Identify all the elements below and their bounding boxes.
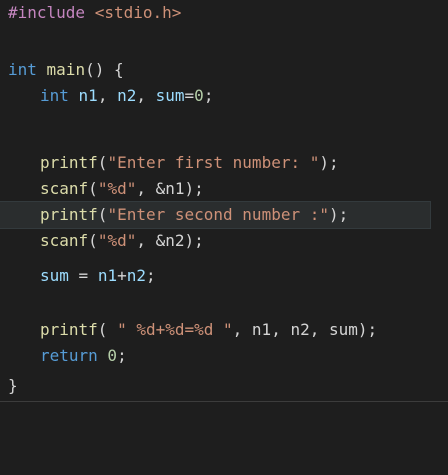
code-line-printf-result: printf( " %d+%d=%d ", n1, n2, sum); [40, 317, 377, 343]
code-line-return: return 0; [40, 343, 127, 369]
punctuation: ); [329, 205, 349, 224]
string-literal: "Enter second number :" [107, 205, 329, 224]
punctuation: ( [97, 320, 118, 339]
keyword-return: return [40, 346, 98, 365]
number-literal: 0 [194, 86, 204, 105]
code-line-scanf-first: scanf("%d", &n1); [40, 176, 204, 202]
function-scanf: scanf [40, 231, 89, 250]
string-literal: " %d+%d=%d " [117, 320, 233, 339]
code-line-main: int main() { [8, 57, 124, 83]
code-line-declaration: int n1, n2, sum=0; [40, 83, 213, 109]
closing-brace: } [8, 376, 18, 395]
string-literal: "%d" [97, 179, 137, 198]
punctuation: ( [97, 205, 108, 224]
punctuation: ); [319, 153, 339, 172]
code-line-scanf-second: scanf("%d", &n2); [40, 228, 204, 254]
variable-n2: n2 [126, 266, 146, 285]
variable-n1: n1 [97, 266, 118, 285]
operator: + [117, 266, 127, 285]
function-printf: printf [40, 320, 98, 339]
code-editor[interactable]: #include <stdio.h> int main() { int n1, … [0, 0, 448, 424]
function-printf: printf [40, 205, 98, 224]
punctuation: , n1, n2, sum); [232, 320, 378, 339]
code-line-closing-brace: } [8, 373, 18, 399]
operator: = [68, 266, 98, 285]
code-line-sum: sum = n1+n2; [40, 263, 156, 289]
punctuation: ; [145, 266, 156, 285]
editor-bottom-edge [0, 401, 448, 424]
string-literal: "Enter first number: " [107, 153, 320, 172]
code-line-include: #include <stdio.h> [8, 0, 181, 26]
punctuation: , [97, 86, 108, 105]
number-literal: 0 [97, 346, 118, 365]
punctuation: , &n2); [136, 231, 204, 250]
punctuation: ( [97, 153, 108, 172]
include-path: <stdio.h> [85, 3, 182, 22]
variable-n2: n2 [107, 86, 137, 105]
variable-n1: n1 [68, 86, 98, 105]
punctuation: ; [117, 346, 127, 365]
variable-sum: sum [146, 86, 185, 105]
keyword-int: int [8, 60, 37, 79]
punctuation: ; [203, 86, 214, 105]
punctuation: , [136, 86, 146, 105]
keyword-int: int [40, 86, 69, 105]
variable-sum: sum [40, 266, 69, 285]
punctuation: , &n1); [136, 179, 204, 198]
punctuation: () { [85, 60, 124, 79]
operator: = [184, 86, 195, 105]
preprocessor-directive: #include [8, 3, 86, 22]
code-line-printf-second: printf("Enter second number :"); [0, 201, 431, 229]
function-printf: printf [40, 153, 98, 172]
function-name: main [36, 60, 86, 79]
function-scanf: scanf [40, 179, 89, 198]
code-line-printf-first: printf("Enter first number: "); [40, 150, 339, 176]
string-literal: "%d" [97, 231, 137, 250]
punctuation: ( [88, 179, 98, 198]
punctuation: ( [88, 231, 98, 250]
